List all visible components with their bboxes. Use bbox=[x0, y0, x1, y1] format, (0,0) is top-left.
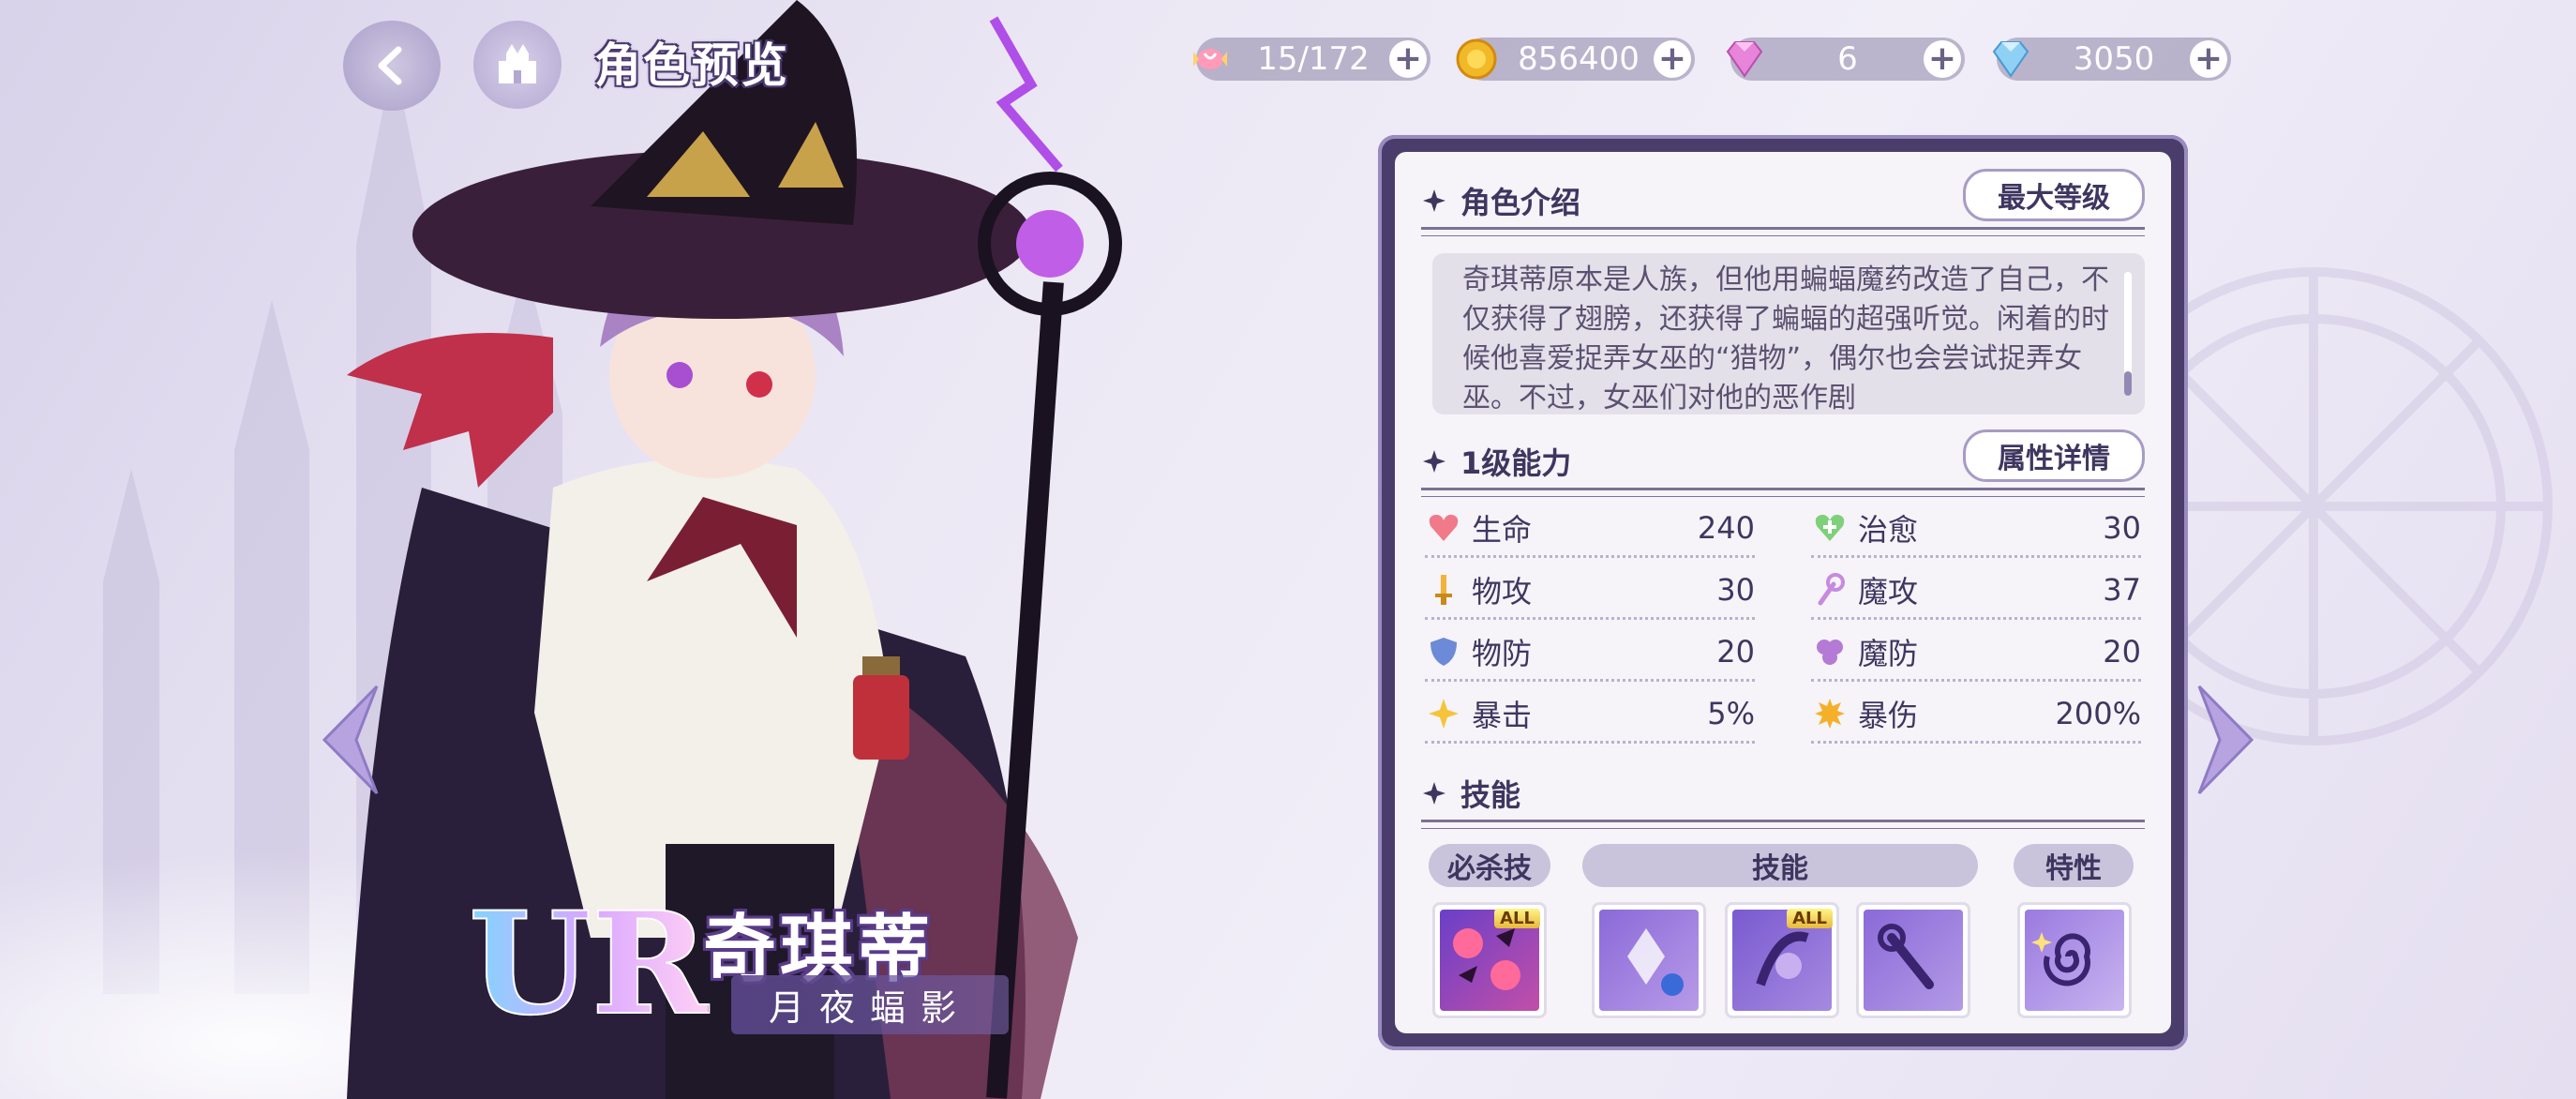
max-level-button[interactable]: 最大等级 bbox=[1963, 169, 2145, 221]
candy-add-button[interactable]: + bbox=[1389, 40, 1427, 78]
skill-heading: 技能 bbox=[1460, 777, 1521, 813]
trait-card[interactable] bbox=[2017, 902, 2132, 1018]
back-arrow-icon bbox=[378, 46, 402, 85]
rarity-badge: UR bbox=[468, 881, 709, 1047]
crit-damage-icon bbox=[1811, 695, 1849, 732]
stat-physical-defense: 物防 20 bbox=[1425, 625, 1755, 682]
bat-swarm-skill-icon bbox=[1599, 910, 1699, 1011]
stat-value: 200% bbox=[2055, 696, 2141, 731]
currency-pink-gem: 6 + bbox=[1726, 38, 1965, 81]
scrollbar-thumb[interactable] bbox=[2124, 371, 2132, 396]
skill-card-1[interactable] bbox=[1592, 902, 1706, 1018]
ability-section-header: 1级能力 bbox=[1421, 433, 1571, 489]
heal-icon bbox=[1811, 509, 1849, 547]
stat-magic-defense: 魔防 20 bbox=[1811, 625, 2141, 682]
pink-gem-add-button[interactable]: + bbox=[1924, 40, 1961, 78]
skill-card-2[interactable]: ALL bbox=[1725, 902, 1839, 1018]
diamond-add-button[interactable]: + bbox=[2190, 40, 2227, 78]
stat-label: 物攻 bbox=[1472, 574, 1533, 610]
character-name-block: UR 奇琪蒂 月夜蝠影 bbox=[468, 863, 1031, 1050]
section-divider bbox=[1421, 488, 2145, 497]
sparkle-bullet-icon bbox=[1423, 782, 1445, 805]
stat-crit-damage: 暴伤 200% bbox=[1811, 686, 2141, 744]
target-all-tag: ALL bbox=[1494, 909, 1540, 928]
info-panel: 角色介绍 最大等级 奇琪蒂原本是人族，但他用蝙蝠魔药改造了自己，不仅获得了翅膀，… bbox=[1395, 152, 2171, 1033]
section-divider bbox=[1421, 227, 2145, 236]
tab-ultimate[interactable]: 必杀技 bbox=[1429, 844, 1550, 887]
gold-add-button[interactable]: + bbox=[1654, 40, 1691, 78]
stat-value: 240 bbox=[1697, 510, 1755, 546]
skill-card-3[interactable] bbox=[1856, 902, 1970, 1018]
description-scrollbar[interactable] bbox=[2124, 272, 2132, 396]
sparkle-bullet-icon bbox=[1423, 189, 1445, 212]
stat-magic-attack: 魔攻 37 bbox=[1811, 563, 2141, 620]
crit-icon bbox=[1425, 695, 1462, 732]
stat-value: 20 bbox=[1716, 634, 1755, 670]
stat-label: 治愈 bbox=[1858, 512, 1919, 548]
staff-skill-icon bbox=[1864, 910, 1963, 1011]
castle-home-icon bbox=[499, 44, 536, 83]
description-box[interactable]: 奇琪蒂原本是人族，但他用蝙蝠魔药改造了自己，不仅获得了翅膀，还获得了蝙蝠的超强听… bbox=[1432, 253, 2145, 414]
intro-section-header: 角色介绍 bbox=[1421, 173, 1580, 229]
stat-physical-attack: 物攻 30 bbox=[1425, 563, 1755, 620]
home-button[interactable] bbox=[473, 21, 562, 109]
tab-trait[interactable]: 特性 bbox=[2014, 844, 2134, 887]
page-title: 角色预览 bbox=[594, 38, 789, 93]
stat-crit: 暴击 5% bbox=[1425, 686, 1755, 744]
stat-label: 魔防 bbox=[1858, 636, 1919, 671]
heart-icon bbox=[1425, 509, 1462, 547]
tab-skills[interactable]: 技能 bbox=[1582, 844, 1978, 887]
stat-label: 生命 bbox=[1472, 512, 1533, 548]
pink-gem-icon bbox=[1717, 32, 1772, 86]
next-character-arrow[interactable] bbox=[2192, 683, 2257, 797]
prev-character-arrow[interactable] bbox=[319, 683, 384, 797]
stat-label: 暴伤 bbox=[1858, 698, 1919, 733]
character-description: 奇琪蒂原本是人族，但他用蝙蝠魔药改造了自己，不仅获得了翅膀，还获得了蝙蝠的超强听… bbox=[1462, 263, 2109, 414]
sword-icon bbox=[1425, 571, 1462, 609]
currency-gold: 856400 + bbox=[1456, 38, 1695, 81]
target-all-tag: ALL bbox=[1787, 909, 1833, 928]
stat-value: 5% bbox=[1707, 696, 1755, 731]
spiral-trait-icon bbox=[2025, 910, 2124, 1011]
stat-value: 37 bbox=[2103, 572, 2141, 608]
stat-heal: 治愈 30 bbox=[1811, 501, 2141, 558]
stat-label: 魔攻 bbox=[1858, 574, 1919, 610]
section-divider bbox=[1421, 820, 2145, 829]
currency-candy: 15/172 + bbox=[1193, 38, 1430, 81]
attribute-detail-button[interactable]: 属性详情 bbox=[1963, 429, 2145, 482]
stat-value: 20 bbox=[2103, 634, 2141, 670]
back-button[interactable] bbox=[343, 21, 441, 111]
stat-value: 30 bbox=[2103, 510, 2141, 546]
stat-label: 暴击 bbox=[1472, 698, 1533, 733]
stat-label: 物防 bbox=[1472, 636, 1533, 671]
shield-icon bbox=[1425, 633, 1462, 670]
gold-coin-icon bbox=[1449, 32, 1504, 86]
currency-diamond: 3050 + bbox=[1992, 38, 2231, 81]
skill-ultimate-card[interactable]: ALL bbox=[1432, 902, 1547, 1018]
skill-section-header: 技能 bbox=[1421, 765, 1520, 821]
stat-value: 30 bbox=[1716, 572, 1755, 608]
magic-shield-icon bbox=[1811, 633, 1849, 670]
candy-icon bbox=[1183, 32, 1237, 86]
diamond-icon bbox=[1984, 32, 2038, 86]
sparkle-bullet-icon bbox=[1423, 450, 1445, 473]
magic-wand-icon bbox=[1811, 571, 1849, 609]
intro-heading: 角色介绍 bbox=[1460, 185, 1581, 220]
character-title: 月夜蝠影 bbox=[731, 975, 1010, 1034]
ability-heading: 1级能力 bbox=[1460, 445, 1572, 481]
stat-hp: 生命 240 bbox=[1425, 501, 1755, 558]
